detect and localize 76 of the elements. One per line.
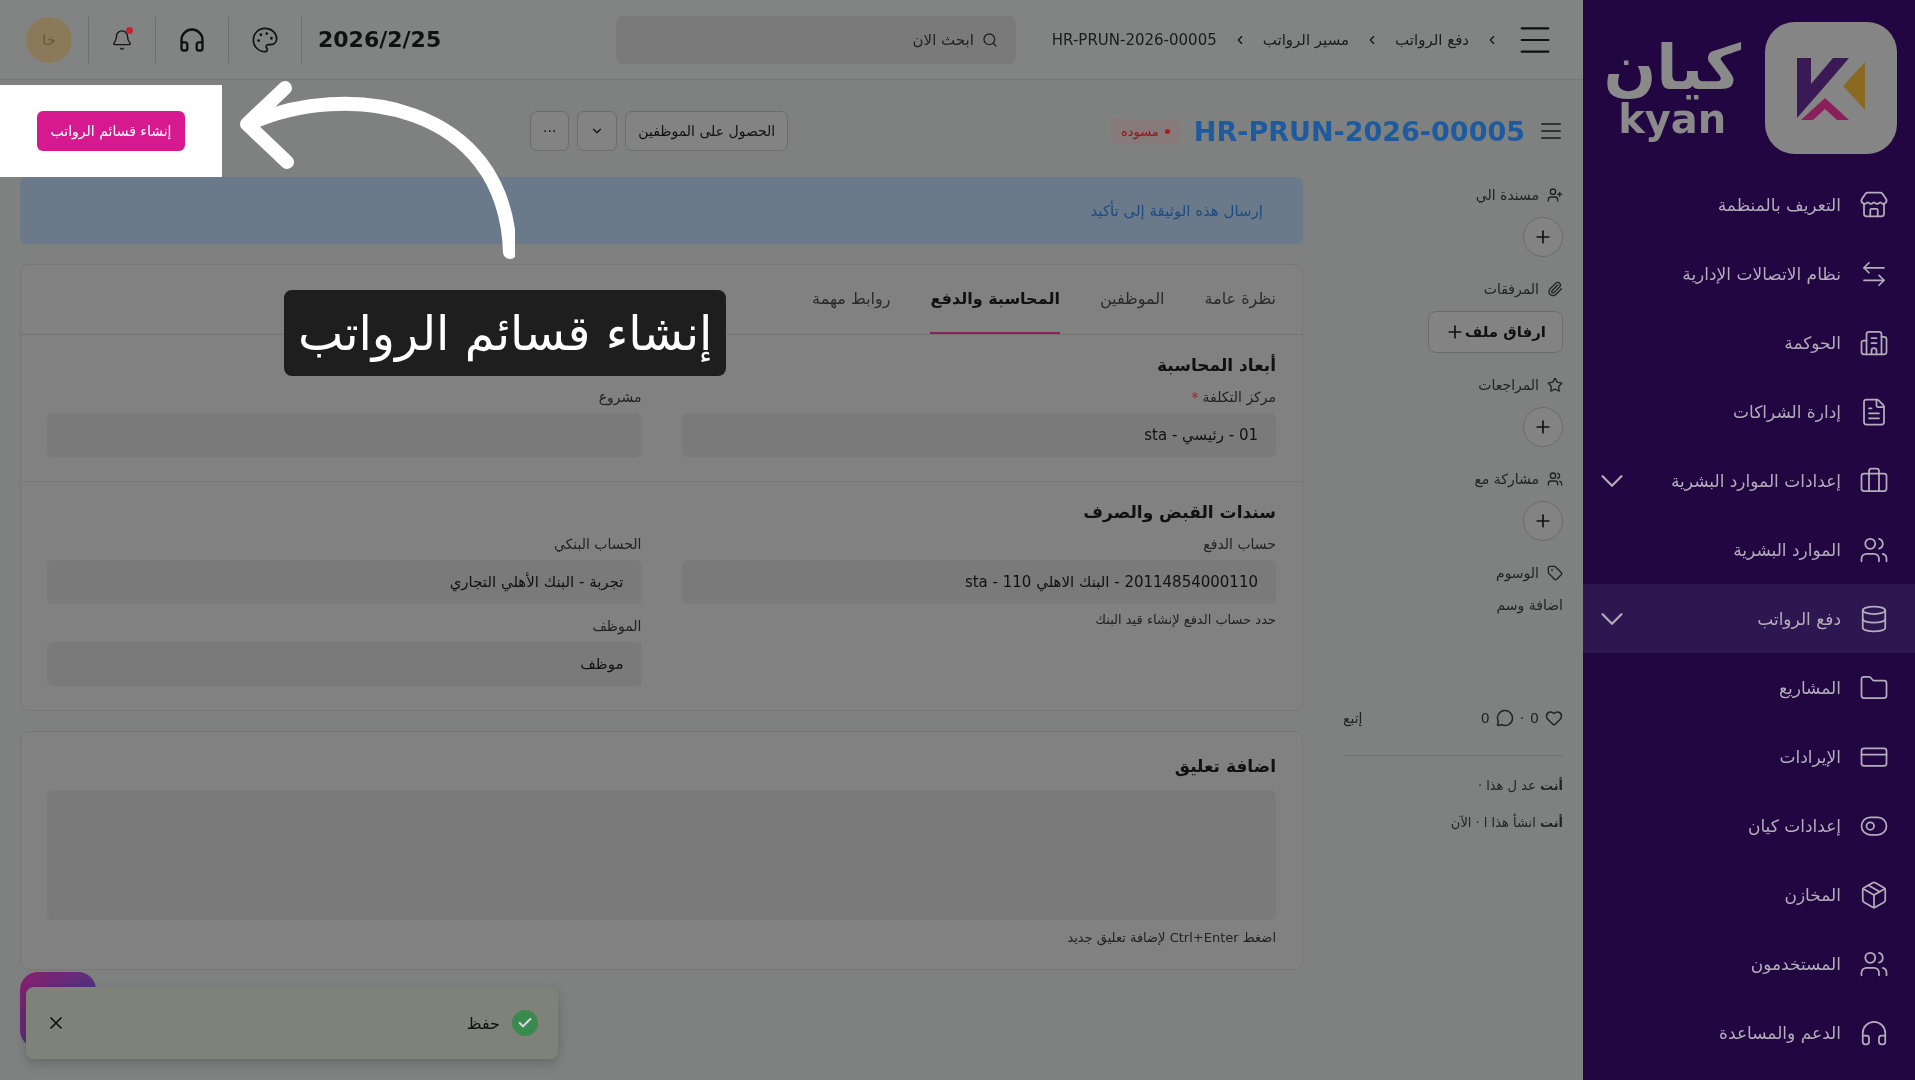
sidebar-item[interactable]: المشاريع <box>1583 653 1915 722</box>
section-label: مشاركة مع <box>1474 471 1539 487</box>
sidebar-item[interactable]: دفع الرواتب <box>1583 584 1915 653</box>
sidebar-item[interactable]: الإيرادات <box>1583 722 1915 791</box>
sidebar-item[interactable]: المخازن <box>1583 860 1915 929</box>
document-title: HR-PRUN-2026-00005 <box>1193 115 1525 147</box>
activity-text: أنت عد ل هذا · <box>1476 778 1563 793</box>
like-count: 0 <box>1530 710 1539 726</box>
user-plus-icon <box>1547 187 1563 203</box>
tab[interactable]: روابط مهمة <box>812 265 891 334</box>
sidebar-item[interactable]: الدعم والمساعدة <box>1583 998 1915 1067</box>
activity-text: أنت انشأ هذا ا · الآن <box>1449 815 1563 830</box>
follow-link[interactable]: إتبع <box>1343 710 1363 726</box>
tour-caption: إنشاء قسائم الرواتب <box>284 290 727 376</box>
input-field[interactable]: 20114854000110 - البنك الاهلي 110 - sta <box>681 560 1276 604</box>
input-field[interactable]: 01 - رئيسي - sta <box>681 413 1276 457</box>
tab[interactable]: الموظفين <box>1099 265 1165 334</box>
required-mark: * <box>1191 389 1199 405</box>
status-badge: مسوده <box>1110 118 1180 144</box>
section-label: الوسوم <box>1495 565 1539 581</box>
section-label: المرفقات <box>1483 281 1539 297</box>
sidebar-item[interactable]: الحوكمة <box>1583 308 1915 377</box>
tag-icon <box>1547 565 1563 581</box>
sidebar-item[interactable]: المستخدمون <box>1583 929 1915 998</box>
attach-file-button[interactable]: ارفاق ملف <box>1427 311 1563 353</box>
input-field[interactable]: موظف <box>47 642 642 686</box>
add-button[interactable] <box>1523 407 1563 447</box>
sidebar-item[interactable]: التعريف بالمنظمة <box>1583 170 1915 239</box>
section-label: المراجعات <box>1478 377 1539 393</box>
create-payslips-button[interactable]: إنشاء قسائم الرواتب <box>36 111 186 151</box>
comment-icon[interactable] <box>1495 709 1514 727</box>
users-icon <box>1547 471 1563 487</box>
box-icon <box>1859 879 1889 910</box>
section-title: سندات القبض والصرف <box>1082 502 1276 522</box>
field-hint: حدد حساب الدفع لإنشاء قيد البنك <box>1094 612 1276 627</box>
paperclip-icon <box>1547 281 1563 297</box>
search-placeholder: ابحث الان <box>912 30 974 49</box>
breadcrumb-link[interactable]: مسير الرواتب <box>1262 30 1350 49</box>
get-employees-button[interactable]: الحصول على الموظفين <box>625 111 789 151</box>
tab[interactable]: نظرة عامة <box>1204 265 1276 334</box>
comment-hint: اضغط Ctrl+Enter لإضافة تعليق جديد <box>1066 930 1276 945</box>
bell-icon <box>111 28 133 51</box>
section-label: مسندة الي <box>1475 187 1539 203</box>
search-field[interactable]: ابحث الان <box>615 15 1016 64</box>
sidebar-item[interactable]: إدارة الشراكات <box>1583 377 1915 446</box>
comment-count: 0 <box>1480 710 1490 726</box>
date-text: 2026/2/25 <box>318 27 442 52</box>
headset-icon <box>178 25 206 54</box>
input-field[interactable]: تجربة - البنك الأهلي التجاري <box>47 560 642 604</box>
logo-text: كيان <box>1603 37 1741 99</box>
breadcrumb-link[interactable]: HR-PRUN-2026-00005 <box>1051 30 1217 49</box>
star-icon <box>1547 377 1563 393</box>
heart-icon[interactable] <box>1545 709 1563 727</box>
field-label: مركز التكلفة * <box>1190 389 1276 405</box>
store-icon <box>1859 189 1889 220</box>
field-label: مشروع <box>597 389 642 405</box>
palette-icon <box>251 25 279 54</box>
sidebar-item[interactable]: نظام الاتصالات الإدارية <box>1583 239 1915 308</box>
search-icon <box>981 31 998 48</box>
sidebar-item[interactable]: إعدادات كيان <box>1583 791 1915 860</box>
section-title: اضافة تعليق <box>1173 756 1276 776</box>
toast-message: حفظ <box>465 1013 500 1033</box>
tab[interactable]: المحاسبة والدفع <box>930 265 1060 334</box>
breadcrumb-link[interactable]: دفع الرواتب <box>1395 30 1469 49</box>
sidebar-item[interactable]: إعدادات الموارد البشرية <box>1583 446 1915 515</box>
check-icon <box>512 1010 538 1036</box>
field-label: الحساب البنكي <box>552 536 642 552</box>
more-button[interactable]: ··· <box>530 111 570 151</box>
sidebar-item[interactable]: الموارد البشرية <box>1583 515 1915 584</box>
separator-dot: · <box>1519 710 1525 726</box>
add-button[interactable] <box>1523 217 1563 257</box>
add-button[interactable] <box>1523 501 1563 541</box>
section-title: أبعاد المحاسبة <box>1155 355 1276 375</box>
field-label: حساب الدفع <box>1202 536 1276 552</box>
field-label: الموظف <box>591 618 642 634</box>
add-tag-link[interactable]: اضافة وسم <box>1496 597 1563 613</box>
